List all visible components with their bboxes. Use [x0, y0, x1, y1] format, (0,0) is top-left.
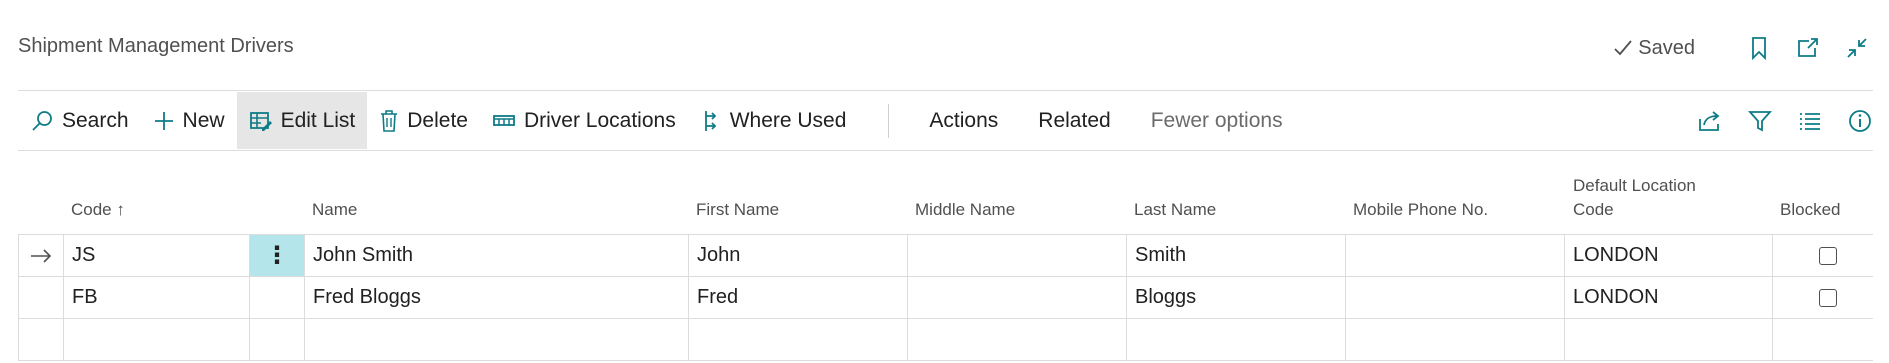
column-header-default-location-line2: Code — [1573, 200, 1614, 219]
cell-blocked — [1773, 277, 1873, 318]
row-indicator — [18, 319, 64, 360]
header-divider — [18, 90, 1873, 91]
cell-default-location[interactable] — [1565, 319, 1773, 360]
cell-last-name[interactable] — [1127, 319, 1346, 360]
actions-menu-label: Actions — [929, 108, 999, 132]
cell-name[interactable]: John Smith — [305, 235, 689, 276]
where-used-button[interactable]: Where Used — [688, 92, 859, 149]
where-used-icon — [704, 110, 716, 131]
cell-middle-name[interactable] — [908, 277, 1127, 318]
fewer-options-button[interactable]: Fewer options — [1131, 92, 1303, 149]
location-table-icon — [493, 114, 515, 126]
column-header-default-location-line1: Default Location — [1573, 176, 1696, 195]
edit-list-label: Edit List — [280, 108, 356, 132]
table-row[interactable]: FB Fred Bloggs Fred Bloggs LONDON — [18, 277, 1873, 319]
row-actions-placeholder — [250, 319, 305, 360]
cell-default-location[interactable]: LONDON — [1565, 235, 1773, 276]
cell-name[interactable] — [305, 319, 689, 360]
filter-icon[interactable] — [1747, 108, 1773, 134]
cell-mobile-phone[interactable] — [1346, 319, 1565, 360]
collapse-icon[interactable] — [1845, 36, 1869, 60]
related-menu-label: Related — [1038, 108, 1111, 132]
column-header-first-name[interactable]: First Name — [696, 198, 779, 222]
action-bar: Search New Edit List Delete Driver Locat… — [18, 92, 1873, 149]
page-title: Shipment Management Drivers — [18, 35, 294, 57]
search-button[interactable]: Search — [18, 92, 141, 149]
saved-label: Saved — [1638, 36, 1695, 59]
edit-list-icon — [249, 111, 272, 131]
cell-blocked — [1773, 235, 1873, 276]
column-header-mobile-phone[interactable]: Mobile Phone No. — [1353, 198, 1488, 222]
row-indicator — [18, 277, 64, 318]
new-button[interactable]: New — [141, 92, 237, 149]
list-tools — [1697, 108, 1873, 134]
blocked-checkbox[interactable] — [1819, 288, 1837, 307]
search-label: Search — [62, 108, 129, 132]
search-icon — [32, 110, 52, 131]
cell-code[interactable]: FB — [64, 277, 250, 318]
column-header-last-name[interactable]: Last Name — [1134, 198, 1216, 222]
row-actions-placeholder — [250, 277, 305, 318]
driver-locations-button[interactable]: Driver Locations — [480, 92, 688, 149]
open-new-window-icon[interactable] — [1796, 36, 1820, 60]
column-header-code[interactable]: Code ↑ — [71, 198, 125, 222]
delete-button[interactable]: Delete — [367, 92, 480, 149]
cell-code[interactable]: JS — [64, 235, 250, 276]
cell-last-name[interactable]: Bloggs — [1127, 277, 1346, 318]
column-header-middle-name[interactable]: Middle Name — [915, 198, 1015, 222]
column-header-default-location[interactable]: Default Location Code — [1573, 174, 1696, 222]
cell-middle-name[interactable] — [908, 319, 1127, 360]
cell-code[interactable] — [64, 319, 250, 360]
cell-first-name[interactable]: John — [689, 235, 908, 276]
cell-middle-name[interactable] — [908, 235, 1127, 276]
sort-ascending-icon: ↑ — [116, 200, 125, 219]
share-icon[interactable] — [1697, 108, 1723, 134]
plus-icon — [154, 111, 173, 130]
cell-name[interactable]: Fred Bloggs — [305, 277, 689, 318]
checkmark-icon — [1614, 40, 1632, 56]
row-actions-menu[interactable]: ⋮ — [250, 235, 305, 276]
table-row[interactable]: JS ⋮ John Smith John Smith LONDON — [18, 235, 1873, 277]
cell-mobile-phone[interactable] — [1346, 277, 1565, 318]
delete-label: Delete — [407, 108, 468, 132]
related-menu[interactable]: Related — [1018, 92, 1130, 149]
edit-list-button[interactable]: Edit List — [236, 92, 368, 149]
saved-status: Saved — [1612, 37, 1695, 60]
bookmark-icon[interactable] — [1747, 36, 1771, 60]
actions-menu[interactable]: Actions — [909, 92, 1018, 149]
info-icon[interactable] — [1847, 108, 1873, 134]
action-separator — [888, 103, 890, 138]
cell-first-name[interactable]: Fred — [689, 277, 908, 318]
list-view-icon[interactable] — [1797, 108, 1823, 134]
new-label: New — [182, 108, 225, 132]
cell-last-name[interactable]: Smith — [1127, 235, 1346, 276]
blocked-checkbox[interactable] — [1819, 246, 1837, 265]
fewer-options-label: Fewer options — [1150, 108, 1283, 132]
cell-mobile-phone[interactable] — [1346, 235, 1565, 276]
trash-icon — [381, 109, 398, 132]
row-selected-arrow-icon — [18, 235, 64, 276]
driver-locations-label: Driver Locations — [523, 108, 676, 132]
drivers-table: JS ⋮ John Smith John Smith LONDON FB Fre… — [18, 234, 1873, 361]
column-header-name[interactable]: Name — [312, 198, 357, 222]
column-header-code-label: Code — [71, 200, 112, 219]
where-used-label: Where Used — [729, 108, 847, 132]
cell-default-location[interactable]: LONDON — [1565, 277, 1773, 318]
table-row-new[interactable] — [18, 319, 1873, 361]
action-bar-divider — [18, 150, 1873, 151]
cell-blocked[interactable] — [1773, 319, 1873, 360]
cell-first-name[interactable] — [689, 319, 908, 360]
column-header-blocked[interactable]: Blocked — [1780, 198, 1840, 222]
page-header-tools: Saved — [1612, 28, 1889, 68]
